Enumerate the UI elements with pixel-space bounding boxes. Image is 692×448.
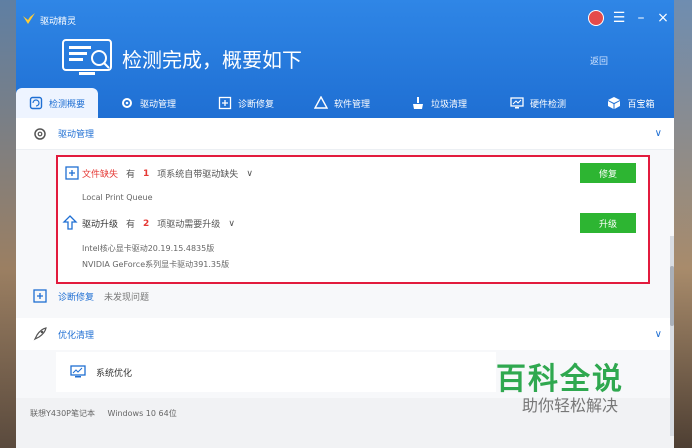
device-info: 联想Y430P笔记本 Windows 10 64位 — [30, 408, 177, 419]
tab-label: 垃圾清理 — [430, 99, 467, 110]
section-label: 优化清理 — [58, 330, 95, 341]
menu-icon[interactable]: ☰ — [612, 11, 626, 25]
issue-item: Intel核心显卡驱动20.19.15.4835版 — [82, 244, 215, 253]
broom-icon — [412, 97, 423, 109]
repair-icon — [33, 289, 47, 303]
scrollbar-thumb[interactable] — [670, 266, 674, 326]
os-name: Windows 10 64位 — [107, 409, 177, 418]
tab-label: 软件管理 — [333, 99, 370, 110]
window-controls: ☰ – × — [588, 10, 670, 26]
scrollbar[interactable] — [670, 236, 674, 436]
system-optimize-item[interactable]: 系统优化 — [56, 352, 496, 392]
repair-icon — [65, 166, 79, 180]
issue-count: 1 — [143, 168, 150, 179]
tab-junk-cleanup[interactable]: 垃圾清理 — [390, 88, 488, 118]
main-tabs: 检测概要 驱动管理 诊断修复 软件管理 垃圾清理 硬件检测 百宝箱 — [16, 88, 674, 118]
issue-count: 2 — [143, 218, 150, 229]
close-icon[interactable]: × — [656, 11, 670, 25]
section-diagnose[interactable]: 诊断修复 未发现问题 — [16, 284, 674, 308]
tab-label: 诊断修复 — [237, 99, 274, 110]
app-title: 驱动精灵 — [40, 17, 77, 27]
chevron-down-icon[interactable]: ∨ — [228, 219, 235, 229]
issue-prefix: 有 — [126, 220, 136, 230]
desktop-background-left — [0, 0, 16, 448]
app-window: 驱动精灵 ☰ – × 检测完成，概要如下 返回 检测概要 驱动管理 诊断修复 软… — [16, 0, 674, 448]
issue-missing: 文件缺失 有 1 项系统自带驱动缺失 ∨ Local Print Queue 修… — [58, 163, 648, 207]
app-logo-icon — [23, 13, 35, 24]
item-label: 系统优化 — [96, 368, 133, 379]
repair-button[interactable]: 修复 — [580, 163, 636, 183]
issues-panel: 文件缺失 有 1 项系统自带驱动缺失 ∨ Local Print Queue 修… — [56, 155, 650, 284]
section-optimize[interactable]: 优化清理 ∨ — [16, 318, 674, 350]
watermark: 百科全说 助你轻松解决 — [490, 352, 674, 415]
section-label: 诊断修复 — [58, 292, 95, 303]
tab-software-management[interactable]: 软件管理 — [294, 88, 390, 118]
issue-title: 驱动升级 — [82, 220, 119, 230]
triangle-icon — [313, 96, 328, 109]
issue-title-row: 驱动升级 有 2 项驱动需要升级 ∨ — [82, 217, 235, 231]
upgrade-button[interactable]: 升级 — [580, 213, 636, 233]
tab-diagnose-repair[interactable]: 诊断修复 — [198, 88, 294, 118]
tab-label: 检测概要 — [48, 99, 85, 110]
issue-desc: 项驱动需要升级 — [157, 220, 221, 230]
content-area: 驱动管理 ∨ 文件缺失 有 1 项系统自带驱动缺失 ∨ Local Print … — [16, 118, 674, 448]
refresh-icon — [29, 96, 43, 110]
chevron-down-icon[interactable]: ∨ — [655, 329, 662, 340]
issue-prefix: 有 — [126, 170, 136, 180]
tab-driver-management[interactable]: 驱动管理 — [98, 88, 198, 118]
tab-label: 硬件检测 — [529, 99, 566, 110]
issue-item: NVIDIA GeForce系列显卡驱动391.35版 — [82, 260, 230, 269]
section-status: 未发现问题 — [104, 292, 150, 303]
minimize-icon[interactable]: – — [634, 11, 648, 25]
device-name: 联想Y430P笔记本 — [30, 409, 95, 418]
monitor-icon — [510, 97, 524, 109]
section-label: 驱动管理 — [58, 130, 95, 140]
tab-toolbox[interactable]: 百宝箱 — [588, 88, 674, 118]
back-link[interactable]: 返回 — [590, 54, 608, 67]
tab-label: 驱动管理 — [139, 99, 176, 110]
monitor-icon — [70, 365, 86, 378]
tab-label: 百宝箱 — [627, 99, 655, 110]
user-avatar-icon[interactable] — [588, 10, 604, 26]
gear-icon — [121, 98, 132, 108]
chevron-down-icon[interactable]: ∨ — [655, 128, 662, 139]
repair-icon — [218, 96, 232, 110]
page-headline: 检测完成，概要如下 — [122, 48, 302, 72]
issue-upgrade: 驱动升级 有 2 项驱动需要升级 ∨ Intel核心显卡驱动20.19.15.4… — [58, 213, 648, 277]
watermark-subtitle: 助你轻松解决 — [522, 396, 619, 415]
title-bar: 驱动精灵 ☰ – × 检测完成，概要如下 返回 检测概要 驱动管理 诊断修复 软… — [16, 0, 674, 118]
issue-title: 文件缺失 — [82, 170, 119, 180]
rocket-icon — [33, 327, 47, 341]
tab-scan-summary[interactable]: 检测概要 — [16, 88, 98, 118]
box-icon — [608, 97, 621, 109]
desktop-background-right — [674, 0, 692, 448]
section-driver-management[interactable]: 驱动管理 ∨ — [16, 118, 674, 150]
issue-title-row: 文件缺失 有 1 项系统自带驱动缺失 ∨ — [82, 167, 253, 181]
scan-complete-icon — [62, 39, 112, 75]
chevron-down-icon[interactable]: ∨ — [246, 169, 253, 179]
issue-desc: 项系统自带驱动缺失 — [157, 170, 239, 180]
tab-hardware-detection[interactable]: 硬件检测 — [488, 88, 588, 118]
issue-item: Local Print Queue — [82, 193, 153, 202]
upgrade-arrow-icon — [62, 215, 78, 230]
gear-icon — [34, 127, 46, 140]
